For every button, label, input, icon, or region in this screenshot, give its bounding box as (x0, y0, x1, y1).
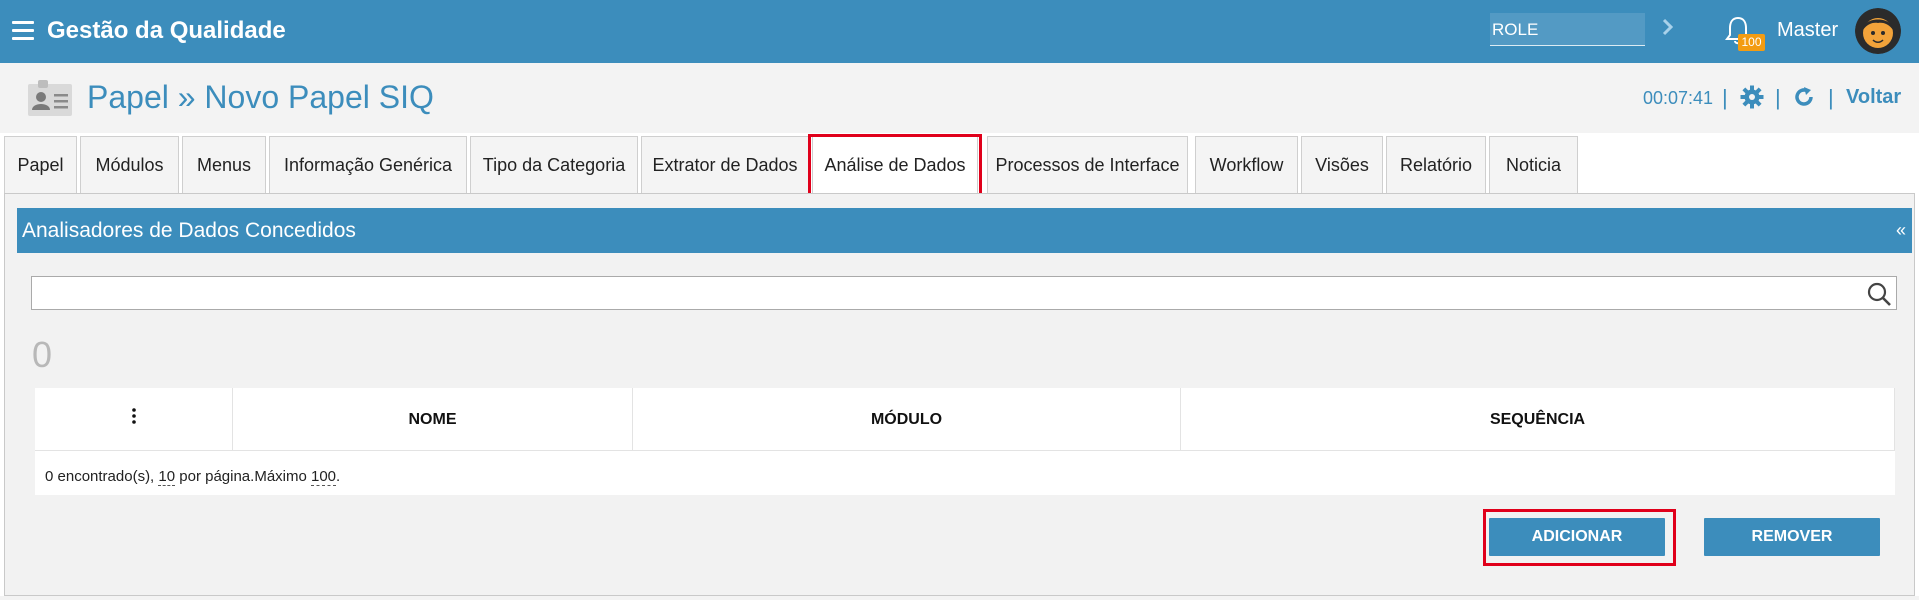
tab-extrator-de-dados[interactable]: Extrator de Dados (641, 136, 809, 194)
panel-header: Analisadores de Dados Concedidos « (17, 208, 1912, 253)
search-input[interactable] (32, 277, 1852, 309)
tab-visoes[interactable]: Visões (1301, 136, 1383, 194)
tab-workflow[interactable]: Workflow (1195, 136, 1298, 194)
app-title[interactable]: Gestão da Qualidade (47, 17, 286, 45)
vertical-ellipsis-icon[interactable] (132, 408, 136, 424)
collapse-button[interactable]: « (1896, 220, 1906, 241)
hamburger-menu-icon[interactable] (12, 21, 34, 41)
gear-icon[interactable] (1740, 85, 1764, 109)
page-header: Papel » Novo Papel SIQ 00:07:41 | | | Vo… (0, 63, 1919, 133)
search-box (31, 276, 1897, 310)
column-header-sequencia[interactable]: SEQUÊNCIA (1181, 388, 1895, 451)
back-link[interactable]: Voltar (1846, 86, 1901, 109)
column-header-modulo[interactable]: MÓDULO (633, 388, 1181, 451)
per-page-text: por página.Máximo (175, 468, 311, 485)
refresh-icon[interactable] (1792, 85, 1816, 109)
result-count: 0 (32, 334, 53, 375)
bottom-strip (0, 596, 1919, 600)
separator: | (1722, 85, 1728, 110)
per-page-selector[interactable]: 10 (158, 468, 176, 486)
tab-modulos[interactable]: Módulos (80, 136, 179, 194)
id-card-icon (26, 76, 74, 120)
user-avatar[interactable] (1855, 8, 1901, 54)
notification-badge: 100 (1738, 34, 1765, 51)
add-button[interactable]: ADICIONAR (1489, 518, 1665, 556)
separator: | (1828, 85, 1834, 110)
max-results-selector[interactable]: 100 (311, 468, 337, 486)
tab-processos-de-interface[interactable]: Processos de Interface (987, 136, 1188, 194)
top-navbar: Gestão da Qualidade ROLE 100 Master (0, 0, 1919, 63)
search-icon[interactable] (1866, 281, 1892, 307)
chevron-right-icon[interactable] (1660, 14, 1676, 40)
tab-analise-de-dados[interactable]: Análise de Dados (812, 136, 978, 196)
tab-tipo-da-categoria[interactable]: Tipo da Categoria (470, 136, 638, 194)
remove-button[interactable]: REMOVER (1704, 518, 1880, 556)
role-selector-input[interactable]: ROLE (1490, 13, 1645, 46)
tab-menus[interactable]: Menus (182, 136, 266, 194)
tab-relatorio[interactable]: Relatório (1386, 136, 1486, 194)
results-table: NOME MÓDULO SEQUÊNCIA 0 encontrado(s), 1… (35, 388, 1895, 495)
separator: | (1775, 85, 1781, 110)
tab-papel[interactable]: Papel (4, 136, 77, 194)
tab-noticia[interactable]: Noticia (1489, 136, 1578, 194)
column-menu-header[interactable] (35, 388, 233, 451)
column-header-nome[interactable]: NOME (233, 388, 633, 451)
content-panel: Analisadores de Dados Concedidos « 0 NOM… (4, 193, 1915, 596)
tab-informacao-generica[interactable]: Informação Genérica (269, 136, 467, 194)
pagination-info: 0 encontrado(s), 10 por página.Máximo 10… (45, 468, 341, 486)
user-name[interactable]: Master (1777, 19, 1838, 42)
found-count-text: 0 encontrado(s), (45, 468, 159, 485)
page-title: Papel » Novo Papel SIQ (87, 79, 434, 115)
footer-end: . (336, 468, 341, 485)
panel-title: Analisadores de Dados Concedidos (22, 219, 356, 242)
session-timer: 00:07:41 (1643, 88, 1714, 108)
